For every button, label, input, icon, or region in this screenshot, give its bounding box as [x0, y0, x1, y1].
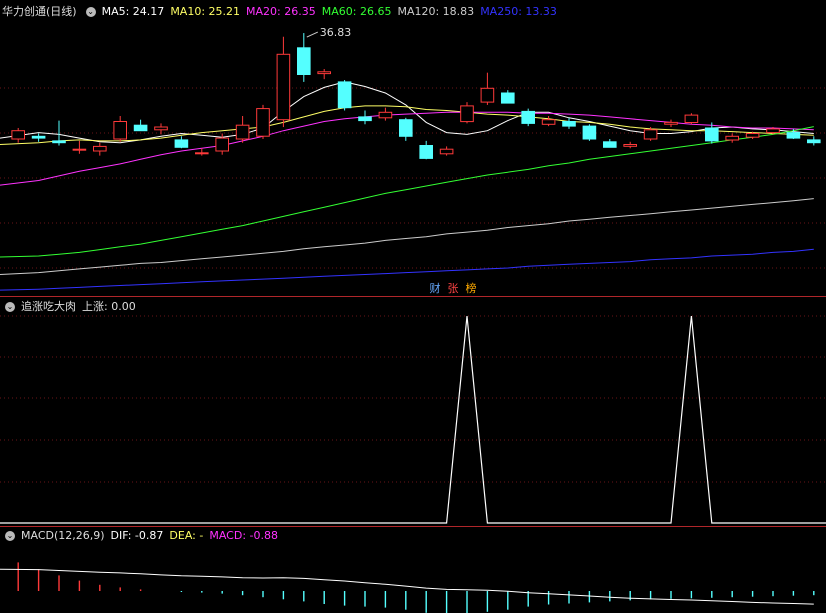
indicator-line — [0, 315, 826, 524]
candle-body — [745, 133, 760, 138]
candle-body — [643, 129, 658, 140]
high-marker-arrow — [306, 31, 319, 38]
candle-body — [378, 111, 393, 119]
candle-body — [276, 53, 291, 121]
badge-0[interactable]: 财 — [427, 282, 443, 296]
candle-body — [786, 132, 801, 139]
candle-body — [582, 125, 597, 140]
candle-body — [603, 141, 617, 148]
candle-body — [623, 144, 638, 147]
candle-body — [562, 121, 576, 127]
candle-body — [807, 139, 821, 144]
candle-body — [766, 128, 780, 134]
price-pane[interactable]: 华力创通(日线) ⌄ MA5: 24.17 MA10: 25.21 MA20: 26.3… — [0, 0, 826, 296]
candle-body — [174, 139, 189, 148]
ma-line-ma120 — [0, 198, 814, 275]
info-badges: 财张榜 — [427, 282, 481, 296]
candle-body — [399, 119, 413, 137]
candle-body — [215, 137, 229, 152]
candle-body — [235, 124, 250, 140]
candle-body — [460, 105, 474, 123]
candle-body — [501, 92, 515, 104]
candle-body — [72, 148, 87, 151]
candle-body — [705, 127, 719, 142]
candle-body — [337, 81, 352, 109]
macd-dif-line — [0, 568, 814, 605]
candle-body — [154, 126, 168, 131]
badge-1[interactable]: 张 — [445, 282, 461, 296]
candle-body — [31, 135, 46, 139]
candle-body — [297, 47, 311, 75]
candle-body — [541, 119, 556, 125]
candle-body — [358, 116, 372, 122]
indicator-pane[interactable]: ⌄ 追涨吃大肉 上涨: 0.00 — [0, 297, 826, 526]
candle-body — [317, 71, 331, 75]
candle-body — [52, 140, 66, 144]
candle-body — [93, 145, 107, 152]
candle-body — [664, 121, 678, 125]
indicator-chart — [0, 315, 826, 524]
macd-pane[interactable]: ⌄ MACD(12,26,9) DIF: -0.87 DEA: - MACD: -0.8… — [0, 527, 826, 613]
candle-body — [113, 121, 128, 140]
candle-body — [480, 87, 495, 103]
high-marker-label: 36.83 — [320, 26, 352, 39]
candle-body — [725, 135, 740, 141]
ma-line-ma250 — [0, 248, 814, 291]
candle-body — [195, 152, 209, 155]
candle-body — [439, 148, 454, 155]
candle-body — [256, 108, 270, 137]
candle-body — [133, 124, 148, 132]
candle-body — [11, 130, 25, 140]
candle-body — [521, 110, 536, 124]
price-chart: 36.83 — [0, 26, 826, 291]
candle-body — [684, 114, 699, 123]
ma-line-ma60 — [0, 126, 814, 258]
candle-body — [419, 145, 433, 159]
macd-chart — [0, 562, 815, 613]
badge-2[interactable]: 榜 — [463, 282, 479, 296]
